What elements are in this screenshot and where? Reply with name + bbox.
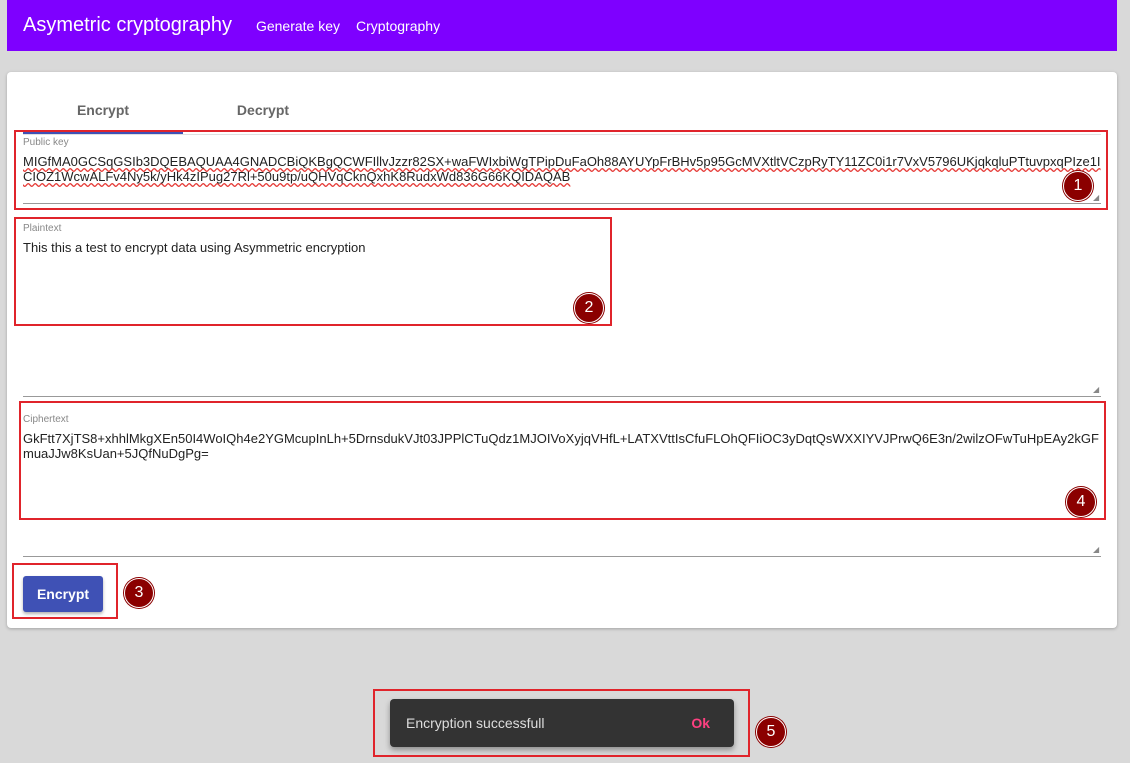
app-title: Asymetric cryptography xyxy=(23,14,232,36)
page: Asymetric cryptography Generate key Cryp… xyxy=(0,0,1130,763)
public-key-textarea[interactable]: MIGfMA0GCSqGSIb3DQEBAQUAA4GNADCBiQKBgQCW… xyxy=(23,154,1101,184)
resize-handle-icon[interactable]: ◢ xyxy=(1093,546,1101,554)
annotation-badge-1: 1 xyxy=(1063,171,1093,201)
annotation-badge-2: 2 xyxy=(574,293,604,323)
tab-encrypt[interactable]: Encrypt xyxy=(23,102,183,118)
ciphertext-label: Ciphertext xyxy=(23,414,69,425)
plaintext-label: Plaintext xyxy=(23,223,62,234)
public-key-field[interactable]: Public key MIGfMA0GCSqGSIb3DQEBAQUAA4GNA… xyxy=(23,137,1101,205)
top-toolbar: Asymetric cryptography Generate key Cryp… xyxy=(7,0,1117,51)
nav-cryptography[interactable]: Cryptography xyxy=(356,18,440,34)
ciphertext-underline xyxy=(23,556,1101,557)
ciphertext-field[interactable]: Ciphertext GkFtt7XjTS8+xhhlMkgXEn50I4WoI… xyxy=(23,414,1101,557)
resize-handle-icon[interactable]: ◢ xyxy=(1093,194,1101,202)
nav-generate-key[interactable]: Generate key xyxy=(256,18,340,34)
tab-decrypt[interactable]: Decrypt xyxy=(183,102,343,118)
tab-divider xyxy=(23,134,1101,135)
encrypt-button[interactable]: Encrypt xyxy=(23,576,103,612)
plaintext-field[interactable]: Plaintext This this a test to encrypt da… xyxy=(23,223,1101,397)
public-key-label: Public key xyxy=(23,137,69,148)
annotation-badge-3: 3 xyxy=(124,578,154,608)
snackbar-message: Encryption successfull xyxy=(406,715,545,731)
resize-handle-icon[interactable]: ◢ xyxy=(1093,386,1101,394)
snackbar: Encryption successfull Ok xyxy=(390,699,734,747)
annotation-badge-4: 4 xyxy=(1066,487,1096,517)
snackbar-ok-button[interactable]: Ok xyxy=(691,715,710,731)
ciphertext-textarea[interactable]: GkFtt7XjTS8+xhhlMkgXEn50I4WoIQh4e2YGMcup… xyxy=(23,431,1101,461)
plaintext-underline xyxy=(23,396,1101,397)
annotation-badge-5: 5 xyxy=(756,717,786,747)
public-key-underline xyxy=(23,203,1101,204)
plaintext-textarea[interactable]: This this a test to encrypt data using A… xyxy=(23,240,1101,255)
